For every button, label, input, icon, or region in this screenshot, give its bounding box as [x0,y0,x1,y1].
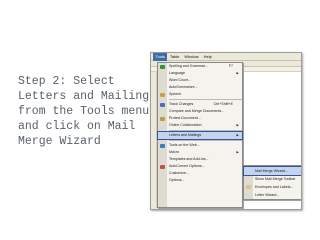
menu-item-autosummarize[interactable]: AutoSummarize... [158,84,242,91]
menu-item-spelling-and-grammar[interactable]: Spelling and Grammar... F7 [158,63,242,70]
menu-item-label: Mail Merge Wizard... [255,169,288,173]
menu-item-label: Letters and Mailings [169,133,202,137]
menu-item-label: AutoCorrect Options... [169,164,205,168]
tools-menu: Spelling and Grammar... F7 Language ▶ Wo… [157,62,243,208]
menu-item-label: Customize... [169,171,189,175]
menu-help[interactable]: Help [201,53,214,61]
menu-item-label: Options... [169,178,185,182]
menu-item-label: Letter Wizard... [255,193,280,197]
menu-item-label: Tools on the Web... [169,143,200,147]
menu-item-customize[interactable]: Customize... [158,170,242,177]
submenu-arrow-icon: ▶ [236,123,239,127]
protect-icon [160,116,165,121]
menu-item-language[interactable]: Language ▶ [158,70,242,77]
menu-item-label: Protect Document... [169,116,201,120]
menu-item-envelopes-and-labels[interactable]: Envelopes and Labels... [244,183,301,191]
menu-item-label: Templates and Add-Ins... [169,157,209,161]
speech-icon [160,92,165,97]
menu-item-templates-and-add-ins[interactable]: Templates and Add-Ins... [158,156,242,163]
menu-separator [169,140,242,141]
menu-table[interactable]: Table [167,53,182,61]
menu-item-show-mail-merge-toolbar[interactable]: Show Mail Merge Toolbar [244,175,301,183]
menu-item-label: AutoSummarize... [169,85,198,89]
autocorrect-icon [160,164,165,169]
menu-item-label: Spelling and Grammar... [169,64,208,68]
menu-item-mail-merge-wizard[interactable]: Mail Merge Wizard... [243,166,301,176]
menu-item-online-collaboration[interactable]: Online Collaboration ▶ [158,122,242,129]
menu-item-word-count[interactable]: Word Count... [158,77,242,84]
menu-item-label: Envelopes and Labels... [255,185,294,189]
menu-item-label: Language [169,71,185,75]
menu-item-compare-and-merge[interactable]: Compare and Merge Documents... [158,108,242,115]
menu-item-shortcut: Ctrl+Shift+E [213,102,233,106]
menu-separator [169,99,242,100]
menu-item-label: Compare and Merge Documents... [169,109,225,113]
menu-item-autocorrect-options[interactable]: AutoCorrect Options... [158,163,242,170]
menu-item-label: Word Count... [169,78,192,82]
menu-item-label: Speech [169,92,182,96]
menu-bar: Tools Table Window Help [151,53,301,61]
menu-item-speech[interactable]: Speech [158,91,242,98]
menu-item-letters-and-mailings[interactable]: Letters and Mailings ▶ [157,131,243,140]
menu-item-label: Online Collaboration [169,123,202,127]
submenu-arrow-icon: ▶ [236,71,239,75]
menu-item-label: Macro [169,150,179,154]
submenu-arrow-icon: ▶ [236,133,239,137]
menu-item-protect-document[interactable]: Protect Document... [158,115,242,122]
submenu-arrow-icon: ▶ [236,150,239,154]
menu-item-tools-on-the-web[interactable]: Tools on the Web... [158,142,242,149]
menu-item-shortcut: F7 [228,64,233,68]
menu-item-label: Show Mail Merge Toolbar [255,177,296,181]
menu-item-track-changes[interactable]: Track Changes Ctrl+Shift+E [158,101,242,108]
menu-item-letter-wizard[interactable]: Letter Wizard... [244,191,301,199]
track-changes-icon [160,102,165,107]
menu-item-label: Track Changes [169,102,194,106]
envelope-icon [246,184,251,189]
menu-tools[interactable]: Tools [153,53,168,61]
spelling-icon [160,64,165,69]
menu-separator [169,130,242,131]
menu-window[interactable]: Window [182,53,201,61]
web-icon [160,143,165,148]
word-screenshot: Tools Table Window Help Spelling and Gra… [150,52,302,210]
menu-item-macro[interactable]: Macro ▶ [158,149,242,156]
letters-and-mailings-submenu: Mail Merge Wizard... Show Mail Merge Too… [243,165,301,200]
menu-item-options[interactable]: Options... [158,177,242,184]
step-caption: Step 2: Select Letters and Mailings from… [18,75,157,148]
